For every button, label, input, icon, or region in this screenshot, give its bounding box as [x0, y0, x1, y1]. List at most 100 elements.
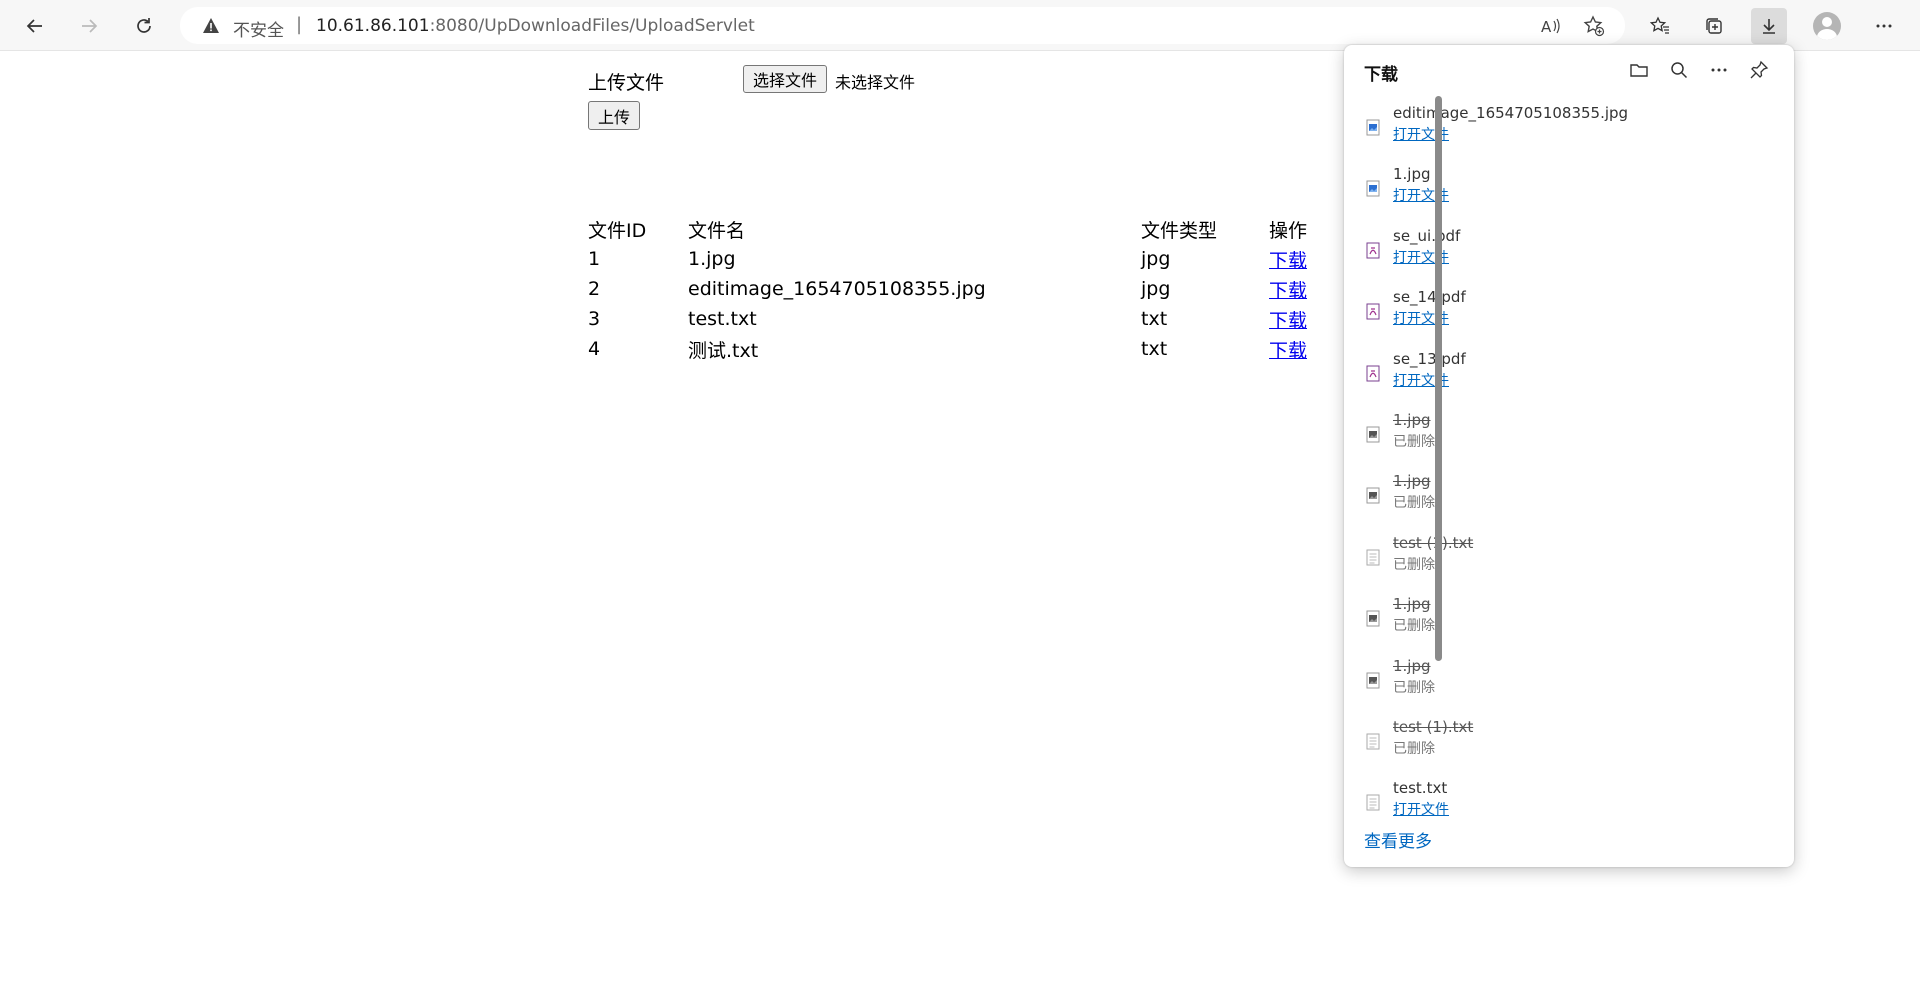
file-type: jpg [1141, 278, 1171, 300]
more-dots-icon [1711, 68, 1727, 72]
download-link[interactable]: 下载 [1269, 310, 1307, 332]
settings-menu-button[interactable] [1866, 8, 1902, 44]
downloads-button[interactable] [1751, 8, 1787, 44]
download-file-name: test (1).txt [1393, 533, 1474, 552]
upload-submit-button[interactable]: 上传 [588, 101, 641, 130]
download-status-deleted: 已删除 [1393, 433, 1435, 450]
file-name: 1.jpg [688, 248, 736, 270]
downloads-list: editimage_1654705108355.jpg 打开文件 1.jpg 打开文件… [1344, 101, 1780, 838]
file-name: test.txt [688, 308, 757, 330]
collections-button[interactable] [1696, 8, 1732, 44]
pdf-file-icon [1366, 365, 1380, 382]
download-file-name: 1.jpg [1393, 472, 1431, 491]
pdf-file-icon [1366, 303, 1380, 320]
open-file-link[interactable]: 打开文件 [1393, 799, 1449, 819]
download-item[interactable]: 1.jpg 已删除 [1344, 408, 1780, 469]
downloads-panel: 下载 editimage_1654705108355.jpg 打开文件 1.jpg 打… [1344, 45, 1794, 867]
file-id: 4 [588, 338, 601, 360]
upload-label: 上传文件 [588, 72, 665, 94]
choose-file-button[interactable]: 选择文件 [743, 65, 828, 93]
read-aloud-icon[interactable]: A [1539, 15, 1561, 37]
file-table: 文件ID 文件名 文件类型 操作 1 1.jpg jpg 下载 2 editim… [588, 214, 1329, 364]
file-name: editimage_1654705108355.jpg [688, 278, 986, 300]
text-file-icon [1366, 794, 1380, 811]
download-file-name: se_ui.pdf [1393, 226, 1461, 245]
file-type: txt [1141, 338, 1168, 360]
svg-text:A: A [1541, 18, 1552, 36]
security-label[interactable]: 不安全 [233, 16, 284, 41]
download-item[interactable]: se_14.pdf 打开文件 [1344, 285, 1780, 346]
download-file-name: editimage_1654705108355.jpg [1393, 104, 1629, 122]
favorites-button[interactable] [1642, 8, 1678, 44]
file-type: jpg [1141, 248, 1171, 270]
file-id: 2 [588, 278, 601, 300]
download-icon [1763, 19, 1775, 34]
arrow-left-icon [26, 19, 42, 33]
download-status-deleted: 已删除 [1393, 495, 1435, 512]
more-dots-icon [1876, 24, 1892, 28]
file-id: 1 [588, 248, 601, 270]
text-file-icon [1366, 549, 1380, 566]
download-status-deleted: 已删除 [1393, 679, 1435, 696]
address-separator: | [296, 14, 303, 35]
image-file-icon [1366, 610, 1380, 627]
download-link[interactable]: 下载 [1269, 280, 1307, 302]
table-row: 4 测试.txt txt 下载 [588, 334, 1329, 364]
download-status-deleted: 已删除 [1393, 556, 1435, 573]
back-button[interactable] [17, 8, 53, 44]
file-id: 3 [588, 308, 601, 330]
download-item[interactable]: se_13.pdf 打开文件 [1344, 347, 1780, 408]
profile-avatar[interactable] [1813, 12, 1841, 40]
forward-button[interactable] [71, 8, 107, 44]
search-downloads-button[interactable] [1666, 57, 1692, 83]
pin-downloads-button[interactable] [1746, 57, 1772, 83]
download-link[interactable]: 下载 [1269, 250, 1307, 272]
download-item[interactable]: 1.jpg 打开文件 [1344, 162, 1780, 223]
table-row: 2 editimage_1654705108355.jpg jpg 下载 [588, 274, 1329, 304]
download-file-name: 1.jpg [1393, 656, 1431, 675]
download-item[interactable]: test (1).txt 已删除 [1344, 531, 1780, 592]
refresh-button[interactable] [126, 8, 162, 44]
add-favorite-icon[interactable] [1583, 15, 1605, 37]
image-file-icon [1366, 119, 1380, 136]
favorites-star-icon [1650, 16, 1669, 34]
refresh-icon [137, 18, 151, 33]
download-item[interactable]: 1.jpg 已删除 [1344, 654, 1780, 715]
download-item[interactable]: test (1).txt 已删除 [1344, 715, 1780, 776]
pin-icon [1750, 60, 1769, 79]
warning-icon[interactable] [202, 17, 220, 35]
see-more-link[interactable]: 查看更多 [1364, 827, 1432, 852]
file-type: txt [1141, 308, 1168, 330]
download-item[interactable]: 1.jpg 已删除 [1344, 592, 1780, 653]
open-downloads-folder-button[interactable] [1626, 57, 1652, 83]
table-row: 3 test.txt txt 下载 [588, 304, 1329, 334]
downloads-scrollbar[interactable] [1435, 96, 1442, 661]
table-header-row: 文件ID 文件名 文件类型 操作 [588, 214, 1329, 244]
download-item[interactable]: se_ui.pdf 打开文件 [1344, 224, 1780, 285]
download-file-name: test (1).txt [1393, 717, 1474, 736]
url-host: 10.61.86.101 [316, 16, 430, 36]
download-item[interactable]: editimage_1654705108355.jpg 打开文件 [1344, 101, 1780, 162]
image-file-icon [1366, 487, 1380, 504]
header-file-type: 文件类型 [1141, 219, 1218, 242]
file-name: 测试.txt [688, 339, 759, 362]
download-item[interactable]: 1.jpg 已删除 [1344, 469, 1780, 530]
header-action: 操作 [1269, 219, 1308, 242]
download-status-deleted: 已删除 [1393, 618, 1435, 635]
image-file-icon [1366, 426, 1380, 443]
image-file-icon [1366, 180, 1380, 197]
download-file-name: 1.jpg [1393, 595, 1431, 614]
url-text[interactable]: 10.61.86.101:8080/UpDownloadFiles/Upload… [316, 16, 755, 36]
no-file-chosen-text: 未选择文件 [835, 73, 916, 92]
header-file-id: 文件ID [588, 219, 647, 242]
download-file-name: se_14.pdf [1393, 288, 1466, 307]
download-link[interactable]: 下载 [1269, 340, 1307, 362]
downloads-more-options-button[interactable] [1706, 57, 1732, 83]
downloads-title: 下载 [1364, 65, 1398, 85]
text-file-icon [1366, 733, 1380, 750]
header-file-name: 文件名 [688, 219, 746, 242]
download-file-name: se_13.pdf [1393, 349, 1466, 368]
address-bar[interactable]: 不安全 | 10.61.86.101:8080/UpDownloadFiles/… [180, 7, 1625, 44]
download-status-deleted: 已删除 [1393, 740, 1435, 757]
browser-toolbar: 不安全 | 10.61.86.101:8080/UpDownloadFiles/… [0, 0, 1920, 51]
